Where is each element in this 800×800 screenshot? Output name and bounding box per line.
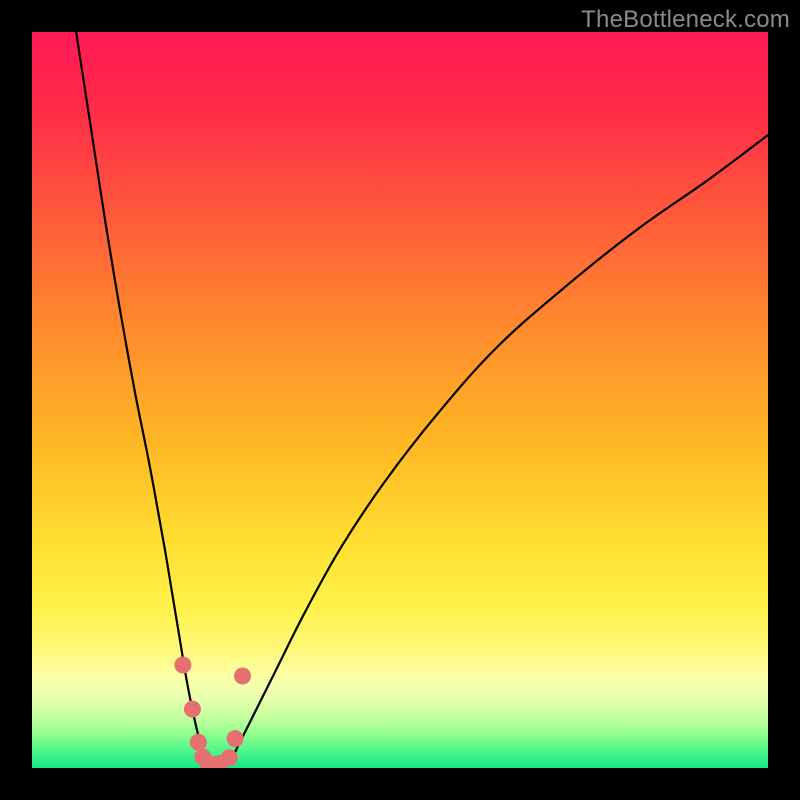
data-point	[174, 656, 191, 673]
watermark-text: TheBottleneck.com	[581, 6, 790, 34]
chart-frame: TheBottleneck.com	[0, 0, 800, 800]
data-point	[221, 749, 238, 766]
curve-layer	[32, 32, 768, 768]
data-point	[184, 701, 201, 718]
data-point	[227, 730, 244, 747]
bottleneck-curve	[76, 32, 768, 765]
data-point	[234, 668, 251, 685]
data-point	[190, 734, 207, 751]
plot-area	[32, 32, 768, 768]
